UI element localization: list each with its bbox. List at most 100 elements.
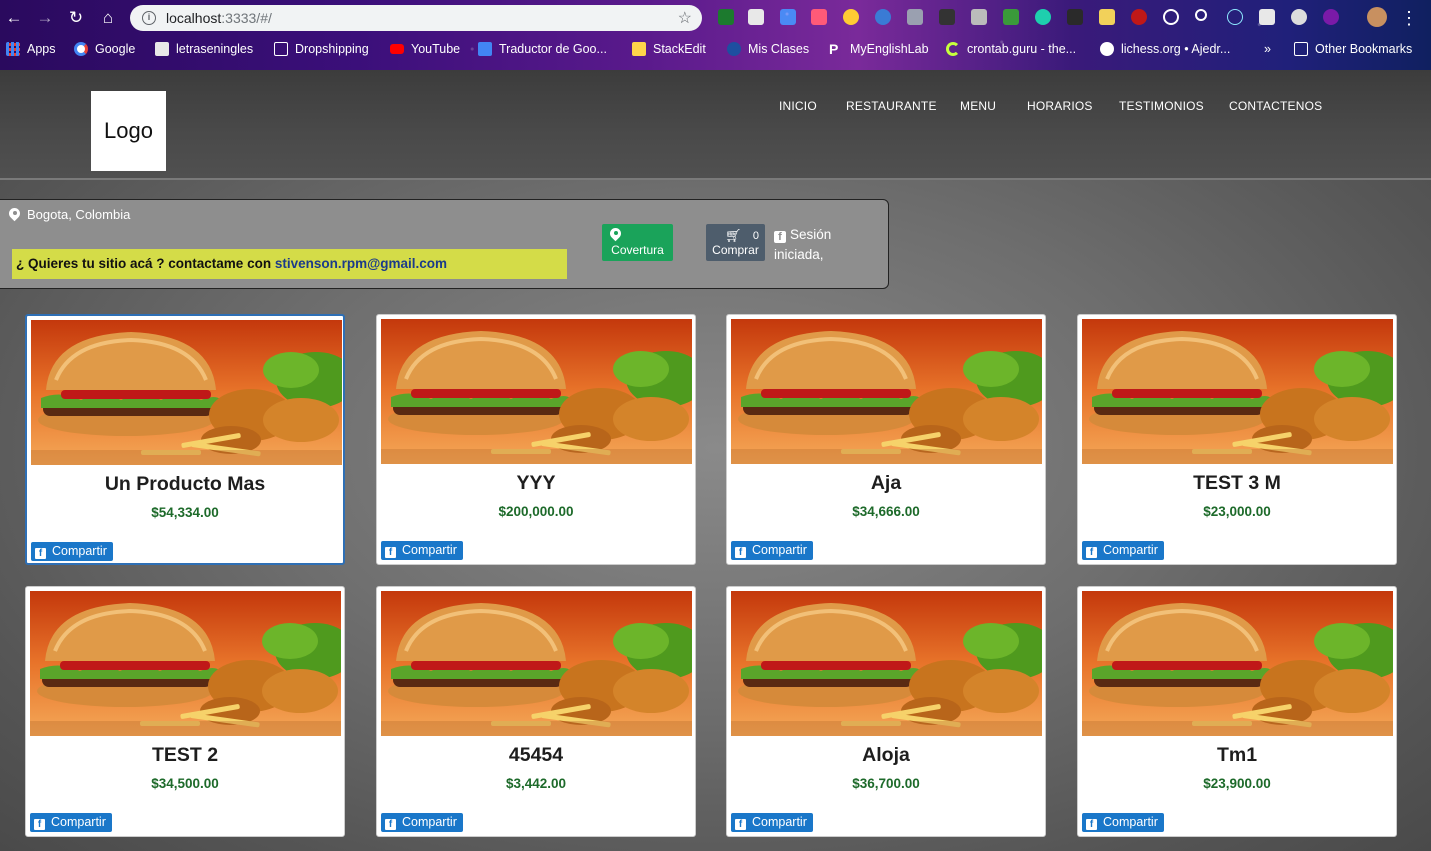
bookmark-translate[interactable]: Traductor de Goo...	[478, 42, 607, 56]
product-card[interactable]: Tm1 $23,900.00 f Compartir	[1077, 586, 1397, 837]
product-image[interactable]	[1082, 319, 1393, 464]
bookmark-star-icon[interactable]: ☆	[678, 8, 692, 28]
share-button[interactable]: f Compartir	[381, 541, 463, 560]
product-card[interactable]: Aloja $36,700.00 f Compartir	[726, 586, 1046, 837]
coverage-button[interactable]: Covertura	[602, 224, 673, 261]
extension-icon[interactable]	[811, 9, 827, 25]
product-image[interactable]	[1082, 591, 1393, 736]
share-button[interactable]: f Compartir	[31, 542, 113, 561]
extension-icon[interactable]	[1067, 9, 1083, 25]
product-name: YYY	[516, 472, 556, 494]
facebook-icon: f	[385, 819, 396, 830]
folder-icon	[1294, 42, 1308, 56]
extension-icon[interactable]	[718, 9, 734, 25]
extension-icon[interactable]	[1099, 9, 1115, 25]
main-nav: INICIO RESTAURANTE MENU HORARIOS TESTIMO…	[0, 99, 1431, 115]
bookmarks-overflow-button[interactable]: »	[1264, 42, 1271, 56]
bookmark-dropshipping[interactable]: Dropshipping	[274, 42, 369, 56]
reload-icon[interactable]: ↻	[66, 8, 86, 28]
bookmark-mis-clases[interactable]: Mis Clases	[727, 42, 809, 56]
back-arrow-icon[interactable]: ←	[4, 8, 24, 28]
facebook-icon: f	[735, 819, 746, 830]
extension-icon[interactable]	[939, 9, 955, 25]
extension-icon[interactable]	[780, 9, 796, 25]
bookmark-stackedit[interactable]: StackEdit	[632, 42, 706, 56]
product-card[interactable]: Un Producto Mas $54,334.00 f Compartir	[25, 314, 345, 565]
product-price: $23,900.00	[1203, 776, 1271, 791]
extension-icon[interactable]	[1035, 9, 1051, 25]
extension-icon[interactable]	[1291, 9, 1307, 25]
extension-icon[interactable]	[1259, 9, 1275, 25]
bookmark-letraseningles[interactable]: letraseningles	[155, 42, 253, 56]
product-image[interactable]	[381, 591, 692, 736]
product-card[interactable]: YYY $200,000.00 f Compartir	[376, 314, 696, 565]
bookmark-apps[interactable]: Apps	[6, 42, 56, 56]
forward-arrow-icon[interactable]: →	[35, 8, 55, 28]
extension-icon[interactable]	[1323, 9, 1339, 25]
share-button[interactable]: f Compartir	[731, 813, 813, 832]
facebook-icon: f	[1086, 547, 1097, 558]
extension-icon[interactable]	[971, 9, 987, 25]
product-image[interactable]	[731, 319, 1042, 464]
product-image[interactable]	[731, 591, 1042, 736]
info-bar: Bogota, Colombia ¿ Quieres tu sitio acá …	[0, 199, 889, 289]
nav-menu[interactable]: MENU	[960, 99, 996, 113]
avatar[interactable]	[1367, 7, 1387, 27]
bookmark-other[interactable]: Other Bookmarks	[1294, 42, 1412, 56]
bookmark-youtube[interactable]: YouTube	[390, 42, 460, 56]
product-name: Aloja	[862, 744, 910, 766]
product-image[interactable]	[31, 320, 342, 465]
share-button[interactable]: f Compartir	[1082, 813, 1164, 832]
browser-chrome: ← → ↻ ⌂ i localhost:3333/#/ ☆ ⋮ Apps Goo…	[0, 0, 1431, 70]
location-text: Bogota, Colombia	[27, 207, 131, 222]
extension-icon[interactable]	[843, 9, 859, 25]
extension-icon[interactable]	[748, 9, 764, 25]
bookmark-myenglishlab[interactable]: P MyEnglishLab	[829, 42, 929, 56]
extension-icon[interactable]	[907, 9, 923, 25]
product-card[interactable]: TEST 2 $34,500.00 f Compartir	[25, 586, 345, 837]
crontab-icon	[946, 42, 960, 56]
nav-restaurante[interactable]: RESTAURANTE	[846, 99, 937, 113]
stackedit-icon	[632, 42, 646, 56]
extension-icon[interactable]	[875, 9, 891, 25]
google-icon	[74, 42, 88, 56]
share-button[interactable]: f Compartir	[731, 541, 813, 560]
product-name: Tm1	[1216, 744, 1258, 766]
search-icon[interactable]	[1195, 9, 1207, 21]
product-price: $200,000.00	[498, 504, 574, 519]
product-card[interactable]: TEST 3 M $23,000.00 f Compartir	[1077, 314, 1397, 565]
product-price: $34,500.00	[151, 776, 219, 791]
more-menu-icon[interactable]: ⋮	[1399, 8, 1419, 28]
extension-icon[interactable]	[1003, 9, 1019, 25]
product-card[interactable]: Aja $34,666.00 f Compartir	[726, 314, 1046, 565]
promo-email-link[interactable]: stivenson.rpm@gmail.com	[275, 256, 447, 271]
favicon-icon	[727, 42, 741, 56]
bookmark-lichess[interactable]: lichess.org • Ajedr...	[1100, 42, 1230, 56]
address-bar[interactable]: i localhost:3333/#/ ☆	[130, 5, 702, 31]
bookmark-crontab[interactable]: crontab.guru - the...	[946, 42, 1076, 56]
nav-testimonios[interactable]: TESTIMONIOS	[1119, 99, 1204, 113]
site-info-icon[interactable]: i	[142, 11, 156, 25]
product-image[interactable]	[381, 319, 692, 464]
pearson-icon: P	[829, 41, 839, 57]
share-button[interactable]: f Compartir	[30, 813, 112, 832]
cart-count: 0	[752, 230, 759, 242]
facebook-icon: f	[34, 819, 45, 830]
cart-button[interactable]: 🛒︎ 0 Comprar	[706, 224, 765, 261]
extension-icon[interactable]	[1163, 9, 1179, 25]
facebook-icon: f	[35, 548, 46, 559]
product-card[interactable]: 45454 $3,442.00 f Compartir	[376, 586, 696, 837]
nav-contactenos[interactable]: CONTACTENOS	[1229, 99, 1322, 113]
home-icon[interactable]: ⌂	[98, 8, 118, 28]
nav-horarios[interactable]: HORARIOS	[1027, 99, 1093, 113]
share-button[interactable]: f Compartir	[381, 813, 463, 832]
product-image[interactable]	[30, 591, 341, 736]
bookmark-google[interactable]: Google	[74, 42, 135, 56]
react-icon[interactable]	[1227, 9, 1243, 25]
share-button[interactable]: f Compartir	[1082, 541, 1164, 560]
product-name: Aja	[870, 472, 902, 494]
nav-inicio[interactable]: INICIO	[779, 99, 817, 113]
ublock-icon[interactable]	[1131, 9, 1147, 25]
session-status: f Sesión iniciada,	[774, 227, 832, 262]
folder-icon	[274, 42, 288, 56]
